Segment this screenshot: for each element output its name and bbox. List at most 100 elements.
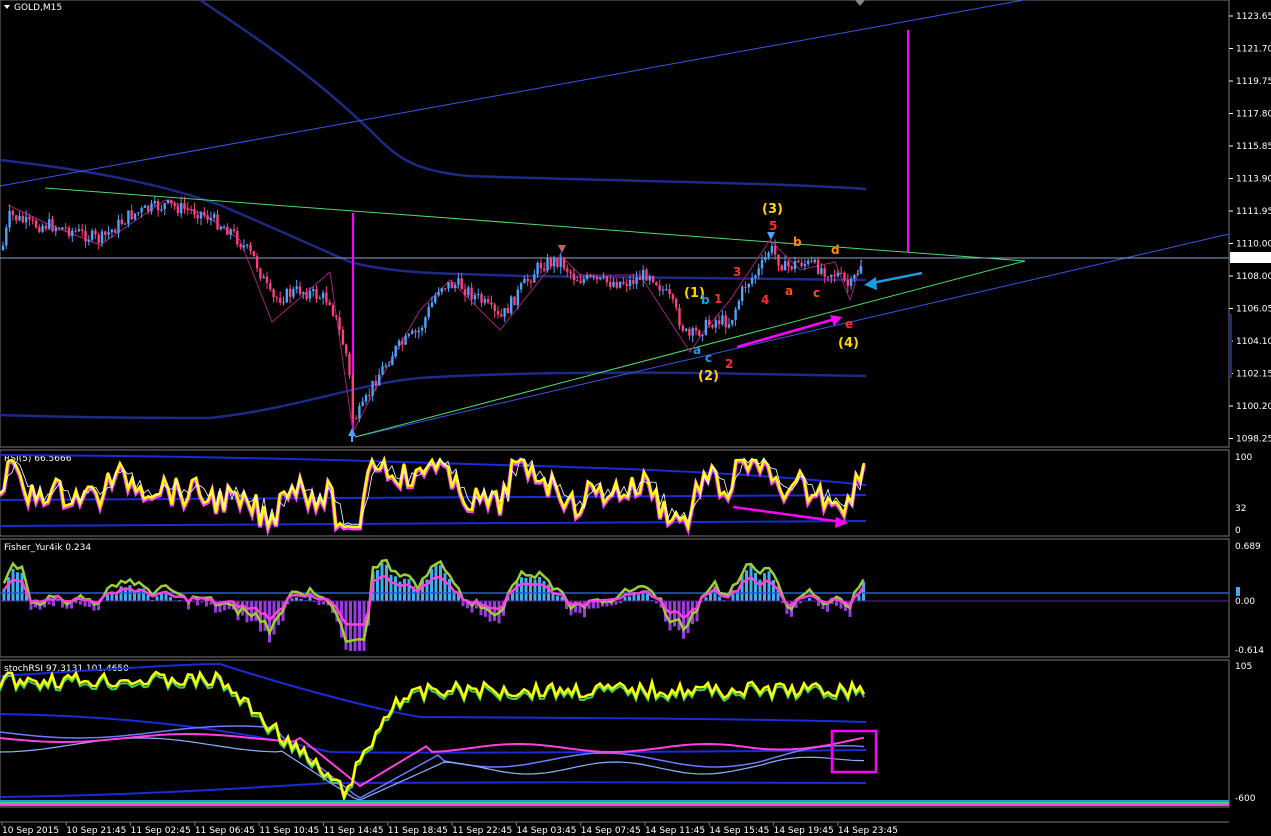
candle-body — [84, 230, 87, 242]
candle-body — [107, 232, 110, 235]
candle-body — [381, 366, 384, 375]
price-tick-label: 1104.10 — [1236, 337, 1271, 347]
candle-body — [453, 284, 457, 289]
candle-body — [57, 227, 61, 230]
candle-body — [206, 215, 209, 221]
candle-body — [691, 327, 694, 336]
candle-body — [255, 256, 259, 269]
candle-body — [846, 279, 849, 286]
fisher-bar — [358, 601, 361, 651]
candle-body — [721, 315, 724, 325]
candle-body — [407, 333, 411, 336]
fisher-bar — [434, 564, 438, 601]
candle-body — [727, 324, 731, 328]
price-tick-label: 1110.00 — [1236, 240, 1271, 250]
candle-body — [401, 340, 404, 345]
candle-body — [232, 229, 236, 232]
candle-body — [358, 405, 361, 419]
fisher-bar — [862, 581, 865, 601]
candle-body — [777, 254, 780, 266]
candle-body — [246, 244, 249, 246]
subwave-b1: b — [701, 293, 710, 307]
candle-body — [8, 210, 11, 228]
candle-body — [133, 213, 137, 220]
candle-body — [853, 274, 856, 279]
fisher-bar — [614, 601, 618, 605]
candle-body — [378, 374, 381, 386]
candle-body — [813, 259, 816, 263]
stochrsi-panel[interactable]: stochRSI 97.3131 101.4650 105 -600 — [0, 659, 1256, 808]
fisher-bar — [857, 595, 861, 601]
fisher-bar — [763, 573, 766, 601]
subwave-5: 5 — [769, 219, 777, 233]
fisher-bar — [754, 572, 757, 601]
candle-body — [803, 264, 807, 267]
fisher-bar — [686, 601, 690, 634]
fisher-bar — [349, 601, 352, 651]
candle-body — [272, 289, 275, 298]
candle-body — [463, 289, 467, 296]
candle-body — [595, 276, 599, 280]
rsi-tick-100: 100 — [1235, 453, 1252, 463]
candle-body — [734, 309, 737, 320]
candle-body — [262, 276, 265, 279]
time-tick-label: 11 Sep 18:45 — [388, 826, 448, 836]
candle-body — [288, 288, 292, 297]
subwave-2: 2 — [725, 357, 733, 371]
fisher-bar — [317, 601, 321, 606]
rsi-panel[interactable]: RSI(5) 66.5666 100 32 0 — [0, 449, 1252, 537]
fisher-bar — [385, 564, 388, 601]
candle-body — [496, 311, 500, 315]
fisher-bar — [520, 577, 523, 601]
candle-body — [503, 307, 506, 317]
candle-body — [648, 276, 651, 281]
candle-body — [589, 275, 592, 277]
candle-body — [196, 214, 199, 219]
candle-body — [252, 251, 255, 257]
candle-body — [668, 289, 671, 295]
candle-body — [312, 289, 315, 291]
candle-body — [67, 227, 71, 237]
candle-body — [770, 245, 774, 253]
trading-chart[interactable]: GOLD,M15 (1) (2) (3) (4) 1 2 3 4 5 a b c… — [0, 0, 1271, 836]
candle-body — [74, 230, 77, 232]
candle-body — [411, 330, 414, 334]
candle-body — [31, 219, 34, 221]
candle-body — [579, 280, 582, 283]
candle-body — [493, 304, 496, 312]
candle-body — [546, 258, 549, 271]
candle-body — [163, 203, 166, 210]
candle-body — [711, 324, 714, 328]
price-panel[interactable]: GOLD,M15 (1) (2) (3) (4) 1 2 3 4 5 a b c… — [0, 0, 1230, 448]
candle-body — [345, 344, 348, 354]
fisher-bar — [632, 594, 636, 601]
candle-body — [694, 327, 698, 331]
fisher-bar — [7, 577, 10, 601]
candle-body — [189, 208, 193, 210]
wave-label-3: (3) — [762, 202, 783, 217]
subwave-b2: b — [793, 235, 802, 249]
candle-body — [298, 286, 302, 295]
candle-body — [609, 282, 612, 287]
candle-body — [510, 296, 513, 314]
fisher-panel[interactable]: Fisher_Yur4ik 0.234 0.689 0.00 -0.614 — [0, 538, 1264, 658]
fisher-bar — [389, 574, 393, 601]
price-tick-label: 1106.05 — [1236, 305, 1271, 315]
candle-body — [15, 215, 18, 221]
fisher-bar — [767, 571, 771, 601]
candle-body — [397, 340, 401, 346]
candle-body — [457, 278, 460, 285]
candle-body — [704, 320, 708, 335]
candle-body — [764, 256, 767, 260]
candle-body — [473, 294, 477, 300]
candle-body — [651, 276, 655, 283]
fisher-bar — [380, 562, 384, 601]
candle-body — [41, 225, 44, 232]
candle-body — [213, 214, 216, 218]
candle-body — [780, 265, 783, 271]
price-tick-label: 1123.65 — [1236, 12, 1271, 22]
candle-body — [655, 282, 658, 286]
candle-body — [642, 269, 645, 280]
candle-body — [757, 268, 760, 276]
candle-body — [572, 273, 576, 281]
